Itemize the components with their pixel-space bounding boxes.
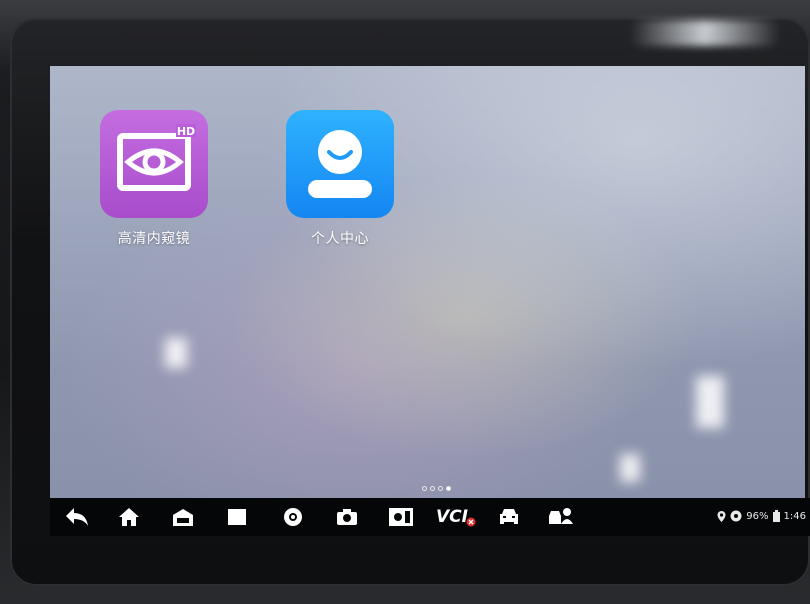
car-garage-icon[interactable] — [168, 504, 198, 530]
glare-spot — [165, 338, 187, 368]
home-icon[interactable] — [114, 504, 144, 530]
page-dot[interactable] — [430, 486, 435, 491]
reflection-glare — [630, 20, 780, 46]
vci-label: VCI — [436, 507, 468, 527]
glare-spot — [696, 376, 724, 428]
vehicle-diagnosis-icon[interactable] — [494, 504, 524, 530]
battery-icon — [772, 510, 780, 522]
camera-icon[interactable] — [332, 504, 362, 530]
status-area: 96% 1:46 — [717, 510, 806, 522]
hd-badge: HD — [177, 125, 195, 138]
navigation-bar: VCI 96% 1:46 — [50, 498, 810, 536]
page-dot[interactable] — [422, 486, 427, 491]
user-profile-icon[interactable] — [286, 110, 394, 218]
location-icon — [717, 510, 726, 522]
recent-apps-icon[interactable] — [222, 504, 252, 530]
endoscope-eye-icon[interactable]: HD — [100, 110, 208, 218]
vehicle-technician-icon[interactable] — [546, 504, 576, 530]
browser-icon[interactable] — [278, 504, 308, 530]
back-icon[interactable] — [62, 504, 92, 530]
app-label: 个人中心 — [311, 231, 369, 247]
screen-brightness-icon[interactable] — [386, 504, 416, 530]
page-dot-active[interactable] — [446, 486, 451, 491]
page-indicator[interactable] — [422, 486, 451, 491]
app-endoscope[interactable]: HD 高清内窥镜 — [94, 110, 214, 248]
home-screen: HD 高清内窥镜 个人中心 — [50, 66, 805, 498]
glare-spot — [620, 454, 640, 482]
notification-icon — [730, 510, 742, 522]
app-label: 高清内窥镜 — [117, 231, 191, 247]
disconnected-icon — [466, 517, 476, 527]
vci-status-icon[interactable]: VCI — [436, 504, 476, 530]
app-personal-center[interactable]: 个人中心 — [280, 110, 400, 248]
page-dot[interactable] — [438, 486, 443, 491]
clock: 1:46 — [783, 510, 806, 522]
battery-percent: 96% — [746, 510, 769, 522]
